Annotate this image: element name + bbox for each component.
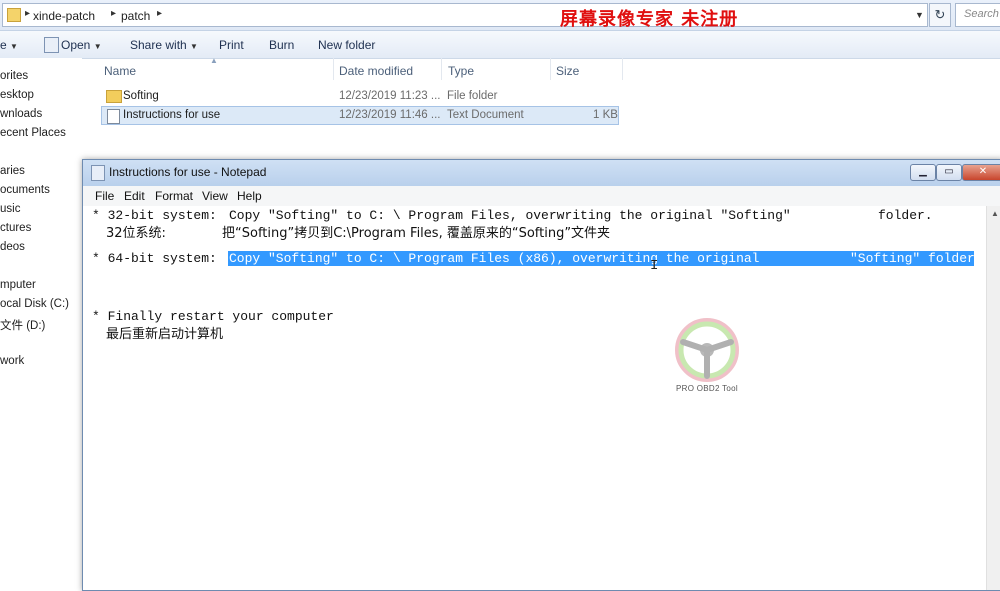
breadcrumb-item[interactable]: patch	[121, 9, 150, 23]
column-divider[interactable]	[550, 58, 551, 80]
logo-text: PRO OBD2 Tool	[676, 384, 738, 393]
maximize-icon: ▭	[944, 166, 954, 177]
close-button[interactable]: ✕	[962, 164, 1000, 181]
file-size: 1 KB	[593, 109, 618, 121]
text-line: 把“Softing”拷贝到C:\Program Files, 覆盖原来的“Sof…	[222, 226, 611, 241]
menu-help[interactable]: Help	[237, 189, 262, 203]
vertical-scrollbar[interactable]: ▲	[986, 206, 1000, 590]
minimize-icon: ▁	[919, 166, 927, 177]
menu-view[interactable]: View	[202, 189, 228, 203]
nav-item-desktop[interactable]: esktop	[0, 89, 34, 101]
file-type: Text Document	[447, 109, 524, 121]
sort-arrow-icon: ▲	[210, 56, 218, 65]
maximize-button[interactable]: ▭	[936, 164, 962, 181]
text-line: * 64-bit system:	[92, 251, 217, 266]
close-icon: ✕	[978, 166, 988, 177]
file-name: Instructions for use	[123, 109, 221, 121]
file-name: Softing	[123, 90, 159, 102]
search-placeholder: Search	[964, 8, 999, 20]
burn-button[interactable]: Burn	[269, 38, 294, 52]
nav-item-network[interactable]: work	[0, 355, 24, 367]
chevron-right-icon: ▸	[25, 8, 31, 19]
scroll-up-icon[interactable]: ▲	[987, 206, 1000, 222]
folder-icon	[106, 90, 122, 103]
chevron-down-icon: ▼	[93, 42, 102, 51]
column-divider[interactable]	[333, 58, 334, 80]
folder-icon	[7, 8, 21, 22]
selected-text: Copy "Softing" to C: \ Program Files (x8…	[229, 251, 760, 266]
text-cursor-icon: I	[650, 258, 659, 274]
file-row-selected[interactable]: Instructions for use 12/23/2019 11:46 ..…	[101, 106, 619, 125]
menu-edit[interactable]: Edit	[124, 189, 145, 203]
address-bar-area: ▸ xinde-patch ▸ patch ▸ ▼ 屏幕录像专家 未注册 ↻ S…	[0, 0, 1000, 31]
text-line: * Finally restart your computer	[92, 309, 334, 324]
window-title: Instructions for use - Notepad	[109, 165, 267, 179]
column-header-date[interactable]: Date modified	[339, 64, 413, 78]
text-document-icon	[107, 109, 120, 124]
search-input[interactable]: Search	[955, 3, 1000, 27]
organize-label: e	[0, 38, 7, 52]
nav-item-favorites[interactable]: orites	[0, 70, 28, 82]
nav-item-pictures[interactable]: ctures	[0, 222, 31, 234]
notepad-title-bar[interactable]: Instructions for use - Notepad ▁ ▭ ✕	[83, 160, 1000, 186]
file-date: 12/23/2019 11:23 ...	[339, 90, 441, 102]
document-icon	[44, 37, 59, 53]
nav-item-downloads[interactable]: wnloads	[0, 108, 42, 120]
chevron-right-icon: ▸	[157, 8, 163, 19]
refresh-button[interactable]: ↻	[929, 3, 951, 27]
nav-item-videos[interactable]: deos	[0, 241, 25, 253]
text-line: 32位系统:	[106, 226, 166, 241]
share-with-label: Share with	[130, 38, 187, 52]
column-header-name[interactable]: Name	[104, 64, 136, 78]
chevron-down-icon[interactable]: ▼	[915, 10, 924, 20]
nav-item-recent-places[interactable]: ecent Places	[0, 127, 66, 139]
text-line: Copy "Softing" to C: \ Program Files, ov…	[229, 208, 791, 223]
text-line: 最后重新启动计算机	[106, 327, 224, 342]
column-header-size[interactable]: Size	[556, 64, 579, 78]
nav-item-drive-d[interactable]: 文件 (D:)	[0, 317, 45, 333]
chevron-down-icon: ▼	[10, 42, 18, 51]
column-header-type[interactable]: Type	[448, 64, 474, 78]
nav-item-libraries[interactable]: aries	[0, 165, 25, 177]
nav-item-computer[interactable]: mputer	[0, 279, 36, 291]
file-type: File folder	[447, 90, 498, 102]
menu-bar: File Edit Format View Help	[83, 186, 1000, 207]
address-input[interactable]: ▸ xinde-patch ▸ patch ▸ ▼	[2, 3, 928, 27]
text-line: * 32-bit system:	[92, 208, 217, 223]
menu-file[interactable]: File	[95, 189, 114, 203]
open-label: Open	[61, 38, 91, 52]
minimize-button[interactable]: ▁	[910, 164, 936, 181]
notepad-icon	[91, 165, 105, 181]
watermark-text: 屏幕录像专家 未注册	[560, 9, 739, 30]
breadcrumb-item[interactable]: xinde-patch	[33, 9, 95, 23]
steering-wheel-logo	[675, 318, 739, 382]
column-divider[interactable]	[622, 58, 623, 80]
nav-item-music[interactable]: usic	[0, 203, 20, 215]
refresh-icon: ↻	[934, 7, 946, 22]
chevron-right-icon: ▸	[111, 8, 117, 19]
file-date: 12/23/2019 11:46 ...	[339, 109, 441, 121]
nav-item-local-disk-c[interactable]: ocal Disk (C:)	[0, 298, 69, 310]
organize-button[interactable]: e ▼	[0, 38, 18, 52]
nav-item-documents[interactable]: ocuments	[0, 184, 50, 196]
text-editor[interactable]: * 32-bit system: Copy "Softing" to C: \ …	[83, 206, 987, 590]
print-button[interactable]: Print	[219, 38, 244, 52]
explorer-toolbar: e ▼ Open ▼ Share with ▼ Print Burn New f…	[0, 31, 1000, 59]
selected-text: "Softing" folder.	[850, 251, 983, 266]
notepad-window: Instructions for use - Notepad ▁ ▭ ✕ Fil…	[82, 159, 1000, 591]
chevron-down-icon: ▼	[190, 42, 198, 51]
file-row[interactable]: Softing 12/23/2019 11:23 ... File folder	[101, 87, 619, 106]
open-button[interactable]: Open ▼	[61, 38, 102, 52]
share-with-button[interactable]: Share with ▼	[130, 38, 198, 52]
text-line: folder.	[878, 208, 933, 223]
navigation-pane: orites esktop wnloads ecent Places aries…	[0, 58, 82, 585]
new-folder-button[interactable]: New folder	[318, 38, 375, 52]
column-divider[interactable]	[441, 58, 442, 80]
menu-format[interactable]: Format	[155, 189, 193, 203]
